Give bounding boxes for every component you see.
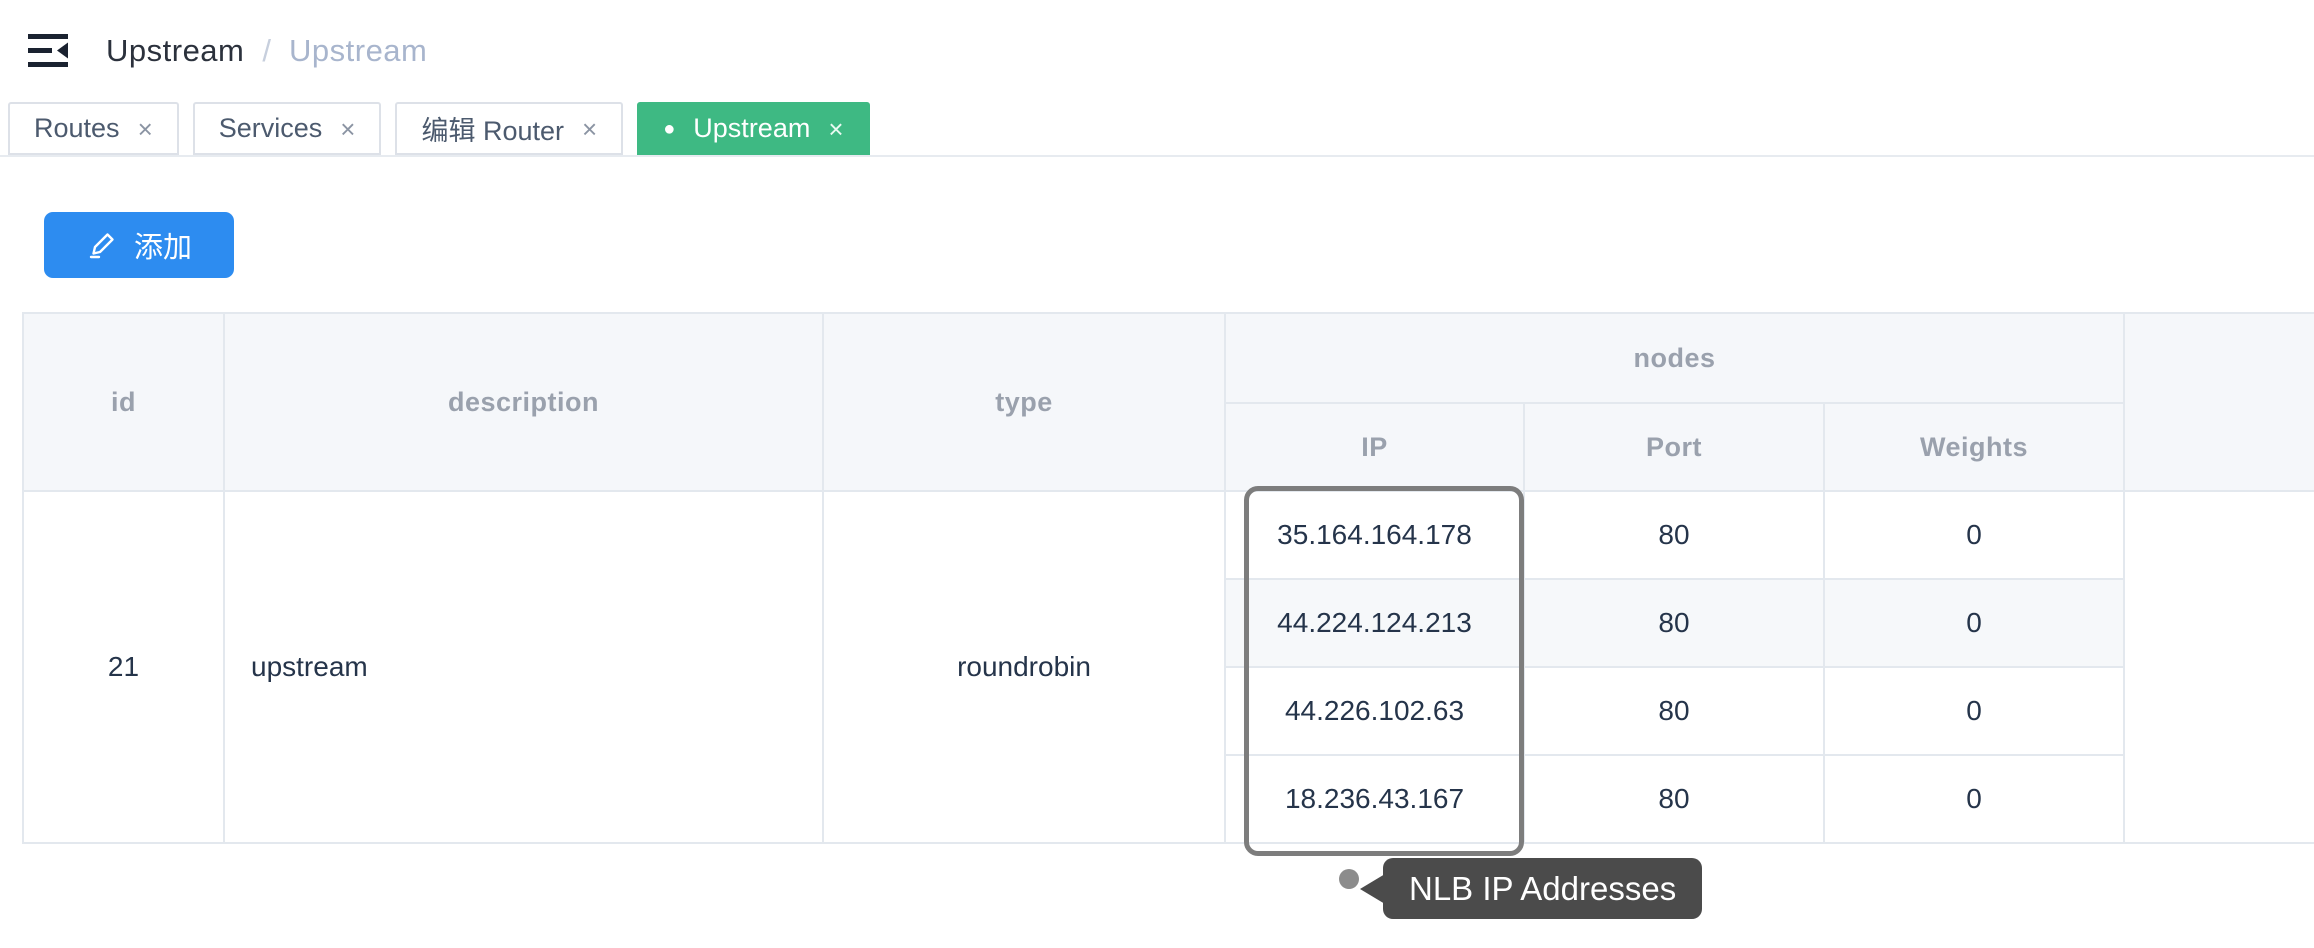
col-header-nodes: nodes xyxy=(1225,313,2124,403)
col-header-description: description xyxy=(224,313,823,491)
close-icon[interactable]: × xyxy=(138,116,153,142)
cell-node-port: 80 xyxy=(1524,579,1824,667)
col-header-ip: IP xyxy=(1225,403,1524,491)
col-header-actions xyxy=(2124,313,2314,491)
sidebar-collapse-icon[interactable] xyxy=(28,33,72,69)
breadcrumb-item-upstream-section[interactable]: Upstream xyxy=(289,33,427,69)
tab-services[interactable]: Services × xyxy=(193,102,382,155)
top-bar: Upstream / Upstream xyxy=(0,0,2314,102)
upstream-table-wrap: id description type nodes IP Port Weight… xyxy=(22,312,2314,844)
tab-label: Upstream xyxy=(693,113,810,144)
tab-edit-router[interactable]: 编辑 Router × xyxy=(395,102,623,155)
breadcrumb-item-upstream[interactable]: Upstream xyxy=(106,33,244,69)
cell-node-weight: 0 xyxy=(1824,755,2124,843)
tooltip-arrow-icon xyxy=(1360,874,1385,904)
upstream-table: id description type nodes IP Port Weight… xyxy=(22,312,2314,844)
tab-routes[interactable]: Routes × xyxy=(8,102,179,155)
col-header-type: type xyxy=(823,313,1225,491)
tab-label: 编辑 Router xyxy=(421,109,564,148)
cell-node-weight: 0 xyxy=(1824,667,2124,755)
tag-tab-bar: Routes × Services × 编辑 Router × ● Upstre… xyxy=(0,102,2314,157)
close-icon[interactable]: × xyxy=(582,116,597,142)
annotation-dot xyxy=(1339,869,1359,889)
breadcrumb: Upstream / Upstream xyxy=(106,33,427,69)
cell-node-port: 80 xyxy=(1524,755,1824,843)
pencil-edit-icon xyxy=(86,229,118,261)
cell-node-ip: 44.226.102.63 xyxy=(1225,667,1524,755)
col-header-id: id xyxy=(23,313,224,491)
active-dot-icon: ● xyxy=(663,119,675,139)
cell-node-port: 80 xyxy=(1524,667,1824,755)
cell-actions xyxy=(2124,491,2314,843)
cell-node-ip: 44.224.124.213 xyxy=(1225,579,1524,667)
add-button[interactable]: 添加 xyxy=(44,212,234,278)
tab-label: Services xyxy=(219,113,323,144)
cell-description: upstream xyxy=(224,491,823,843)
page: Upstream / Upstream Routes × Services × … xyxy=(0,0,2314,948)
cell-id: 21 xyxy=(23,491,224,843)
cell-node-ip: 35.164.164.178 xyxy=(1225,491,1524,579)
cell-node-weight: 0 xyxy=(1824,579,2124,667)
add-button-label: 添加 xyxy=(134,224,192,266)
close-icon[interactable]: × xyxy=(828,116,843,142)
cell-node-port: 80 xyxy=(1524,491,1824,579)
cell-type: roundrobin xyxy=(823,491,1225,843)
cell-node-ip: 18.236.43.167 xyxy=(1225,755,1524,843)
node-row: 21 upstream roundrobin 35.164.164.178 80… xyxy=(23,491,2314,579)
cell-node-weight: 0 xyxy=(1824,491,2124,579)
col-header-port: Port xyxy=(1524,403,1824,491)
tab-label: Routes xyxy=(34,113,120,144)
tab-upstream-active[interactable]: ● Upstream × xyxy=(637,102,869,155)
col-header-weights: Weights xyxy=(1824,403,2124,491)
annotation-tooltip: NLB IP Addresses xyxy=(1383,858,1702,919)
breadcrumb-separator: / xyxy=(262,33,271,69)
close-icon[interactable]: × xyxy=(340,116,355,142)
